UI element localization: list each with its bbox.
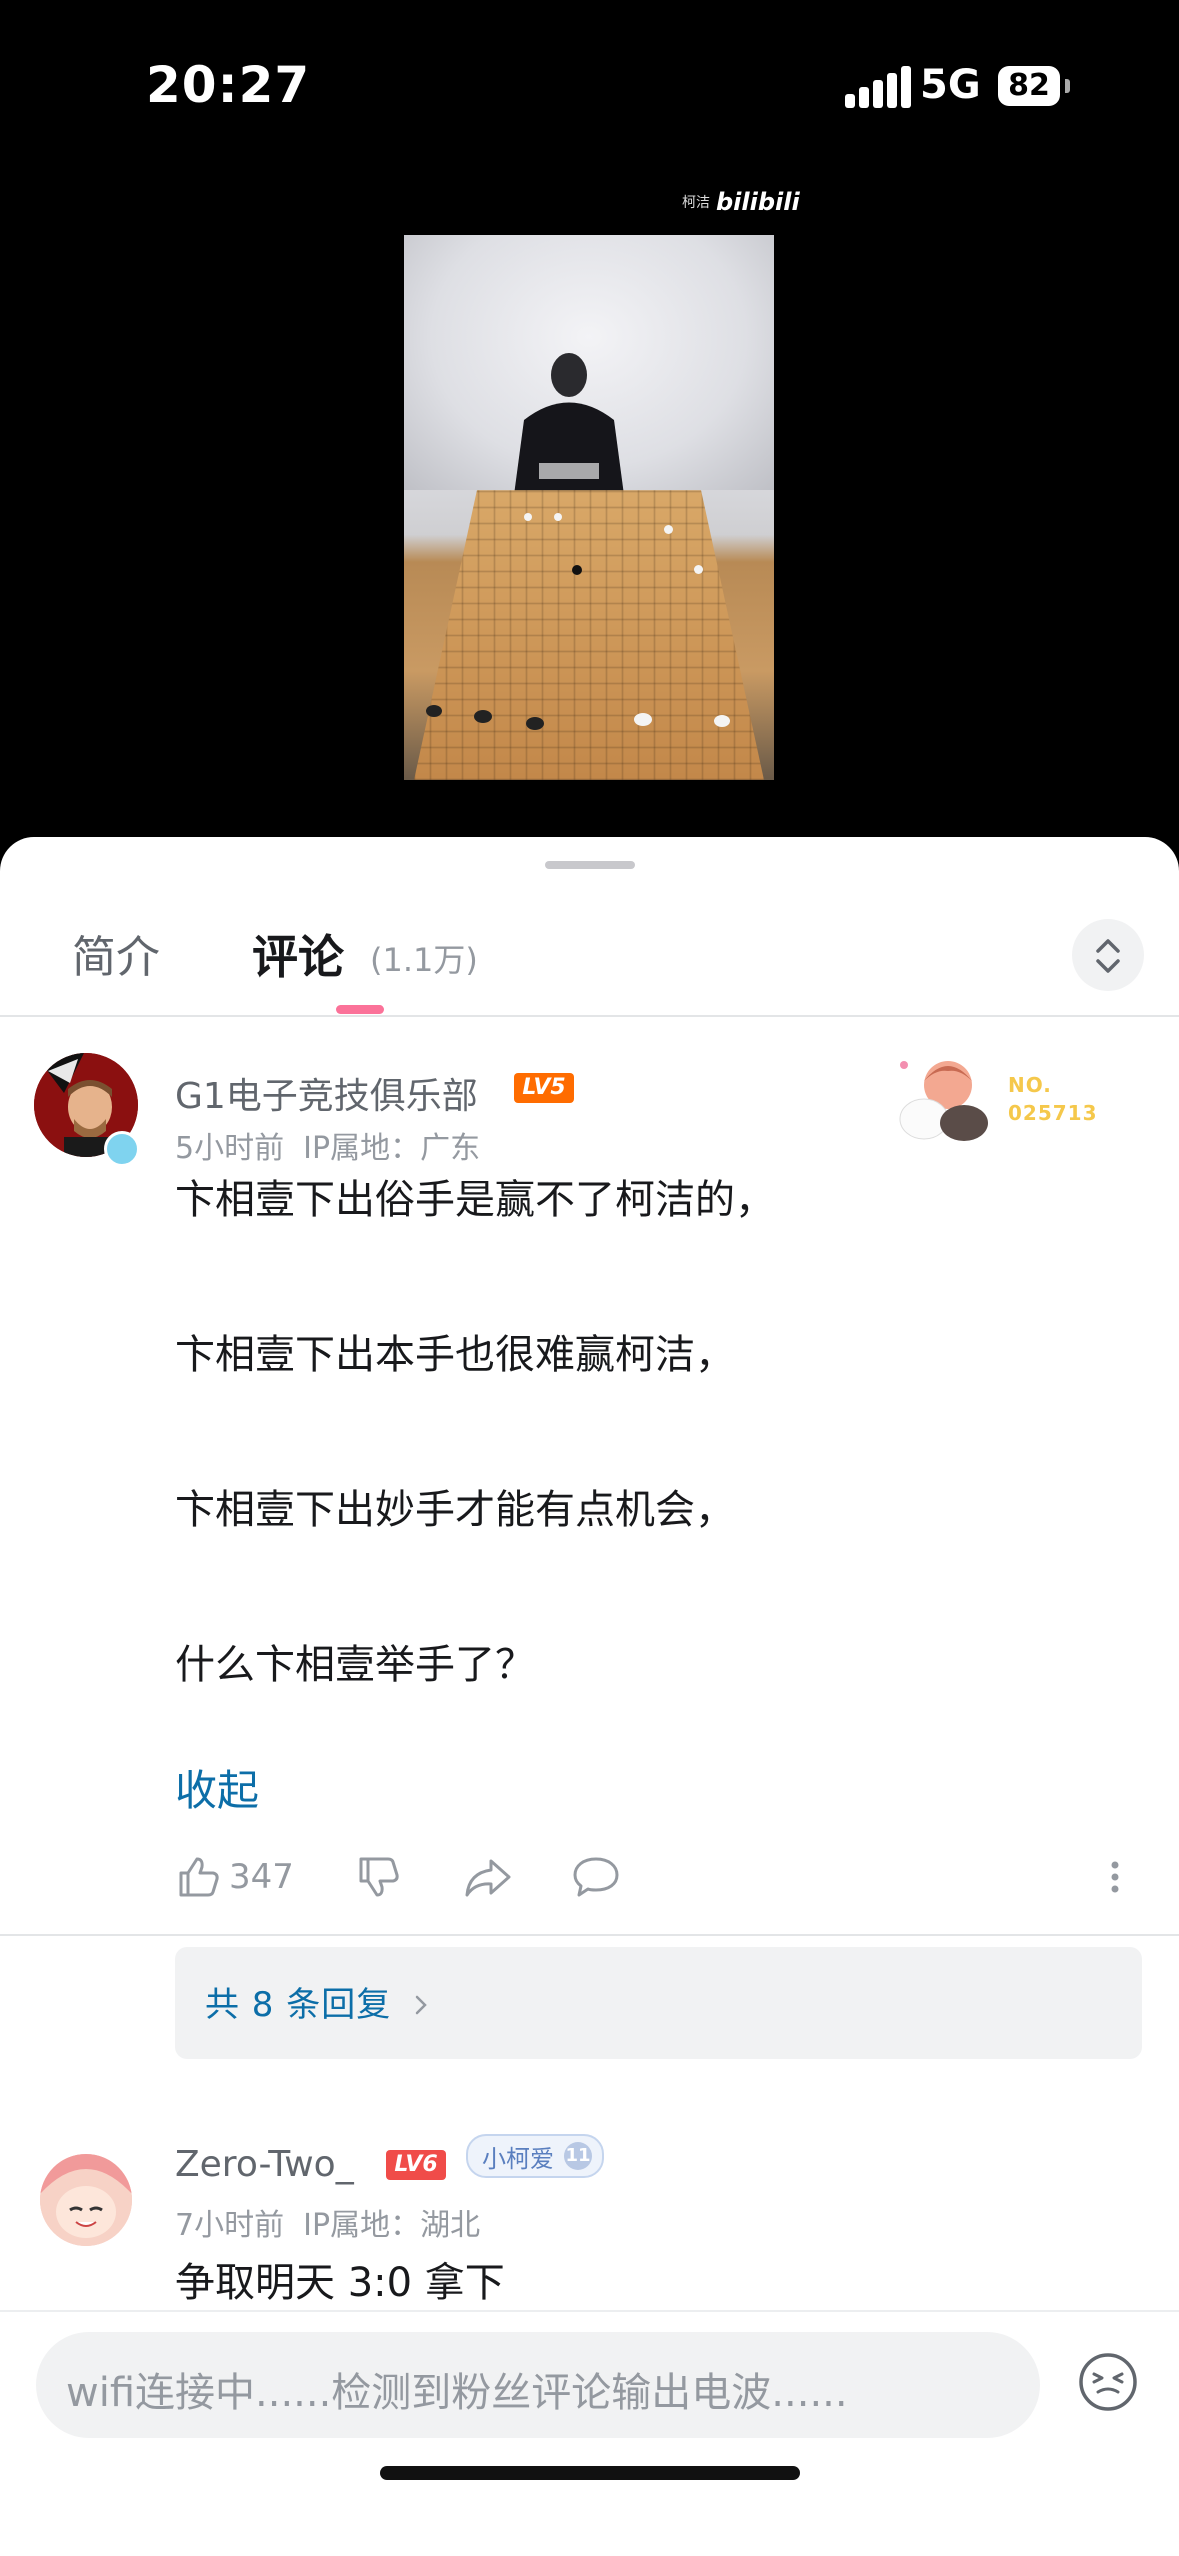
comment-time: 7小时前 IP属地：湖北 bbox=[175, 2208, 481, 2243]
share-button[interactable] bbox=[463, 1849, 513, 1905]
status-bar: 20:27 5G 82 bbox=[0, 0, 1179, 170]
user-level-badge: LV6 bbox=[386, 2150, 446, 2180]
tab-intro[interactable]: 简介 bbox=[72, 921, 160, 985]
like-button[interactable]: 347 bbox=[175, 1849, 294, 1905]
go-board bbox=[414, 490, 764, 780]
chevron-right-icon bbox=[415, 1995, 427, 2015]
comment-username[interactable]: Zero-Two_ bbox=[175, 2144, 354, 2185]
expand-sheet-button[interactable] bbox=[1072, 919, 1144, 991]
emoji-face-icon bbox=[1079, 2353, 1137, 2411]
more-vertical-icon bbox=[1111, 1861, 1119, 1893]
fan-medal-name: 小柯爱 bbox=[482, 2144, 554, 2173]
cellular-signal-icon bbox=[845, 66, 911, 108]
view-replies-link[interactable]: 共 8 条回复 bbox=[205, 1977, 431, 2026]
anime-avatar-icon bbox=[40, 2154, 132, 2246]
home-indicator[interactable] bbox=[380, 2466, 800, 2480]
player-figure bbox=[514, 353, 624, 495]
reply-button[interactable] bbox=[571, 1849, 621, 1905]
verified-badge-icon bbox=[104, 1131, 140, 1167]
emoji-button[interactable] bbox=[1076, 2350, 1140, 2414]
fan-badge-character-icon bbox=[899, 1061, 988, 1141]
more-options-button[interactable] bbox=[1105, 1849, 1125, 1905]
comment-text-line: 什么卞相壹举手了？ bbox=[175, 1642, 535, 1688]
comment-actions: 347 bbox=[175, 1849, 1135, 1909]
thumbs-down-icon bbox=[359, 1857, 399, 1897]
status-time: 20:27 bbox=[146, 56, 311, 114]
dislike-button[interactable] bbox=[355, 1849, 403, 1905]
collapse-link[interactable]: 收起 bbox=[175, 1757, 259, 1818]
battery-icon: 82 bbox=[998, 66, 1070, 106]
divider bbox=[0, 1934, 1179, 1936]
avatar[interactable] bbox=[40, 2154, 132, 2246]
tab-comments[interactable]: 评论 bbox=[252, 921, 344, 987]
user-level-badge: LV5 bbox=[514, 1073, 574, 1103]
comment-text-line: 争取明天 3:0 拿下 bbox=[175, 2260, 505, 2306]
comment-input[interactable]: wifi连接中......检测到粉丝评论输出电波...... bbox=[36, 2332, 1040, 2438]
watermark-author: 柯洁 bbox=[682, 195, 710, 211]
bilibili-logo: bilibili bbox=[716, 188, 800, 216]
battery-level: 82 bbox=[998, 66, 1060, 106]
active-tab-indicator bbox=[336, 1005, 384, 1014]
network-type: 5G bbox=[920, 62, 981, 108]
fan-badge[interactable]: NO. 025713 bbox=[890, 1051, 1130, 1147]
comment-text-line: 卞相壹下出俗手是赢不了柯洁的， bbox=[175, 1177, 775, 1223]
comment-time: 5小时前 IP属地：广东 bbox=[175, 1131, 481, 1166]
view-replies-box[interactable]: 共 8 条回复 bbox=[175, 1947, 1142, 2059]
sheet-grabber[interactable] bbox=[545, 861, 635, 869]
comment-text-line: 卞相壹下出本手也很难赢柯洁， bbox=[175, 1332, 735, 1378]
like-count: 347 bbox=[229, 1857, 294, 1897]
comment-text-line: 卞相壹下出妙手才能有点机会， bbox=[175, 1487, 735, 1533]
thumbs-up-icon bbox=[179, 1857, 219, 1897]
divider bbox=[0, 1015, 1179, 1017]
chevron-up-down-icon bbox=[1096, 939, 1120, 973]
fan-badge-number: NO. 025713 bbox=[1008, 1073, 1098, 1125]
video-player[interactable] bbox=[404, 235, 774, 780]
fan-medal-level: 11 bbox=[564, 2142, 592, 2170]
comment-count: (1.1万) bbox=[370, 941, 478, 979]
fan-medal[interactable]: 小柯爱 11 bbox=[466, 2134, 604, 2178]
comment-input-placeholder: wifi连接中......检测到粉丝评论输出电波...... bbox=[66, 2370, 848, 2416]
comment-input-bar: wifi连接中......检测到粉丝评论输出电波...... bbox=[0, 2310, 1179, 2556]
comment-bubble-icon bbox=[573, 1857, 619, 1897]
comment-username[interactable]: G1电子竞技俱乐部 bbox=[175, 1067, 478, 1119]
tab-bar: 简介 评论 (1.1万) bbox=[0, 907, 1179, 1014]
share-icon bbox=[465, 1859, 511, 1897]
comment-sheet: 简介 评论 (1.1万) G1电子竞技俱乐部 LV5 5小时前 IP属地：广东 … bbox=[0, 837, 1179, 2556]
video-watermark: 柯洁 bilibili bbox=[682, 188, 800, 216]
